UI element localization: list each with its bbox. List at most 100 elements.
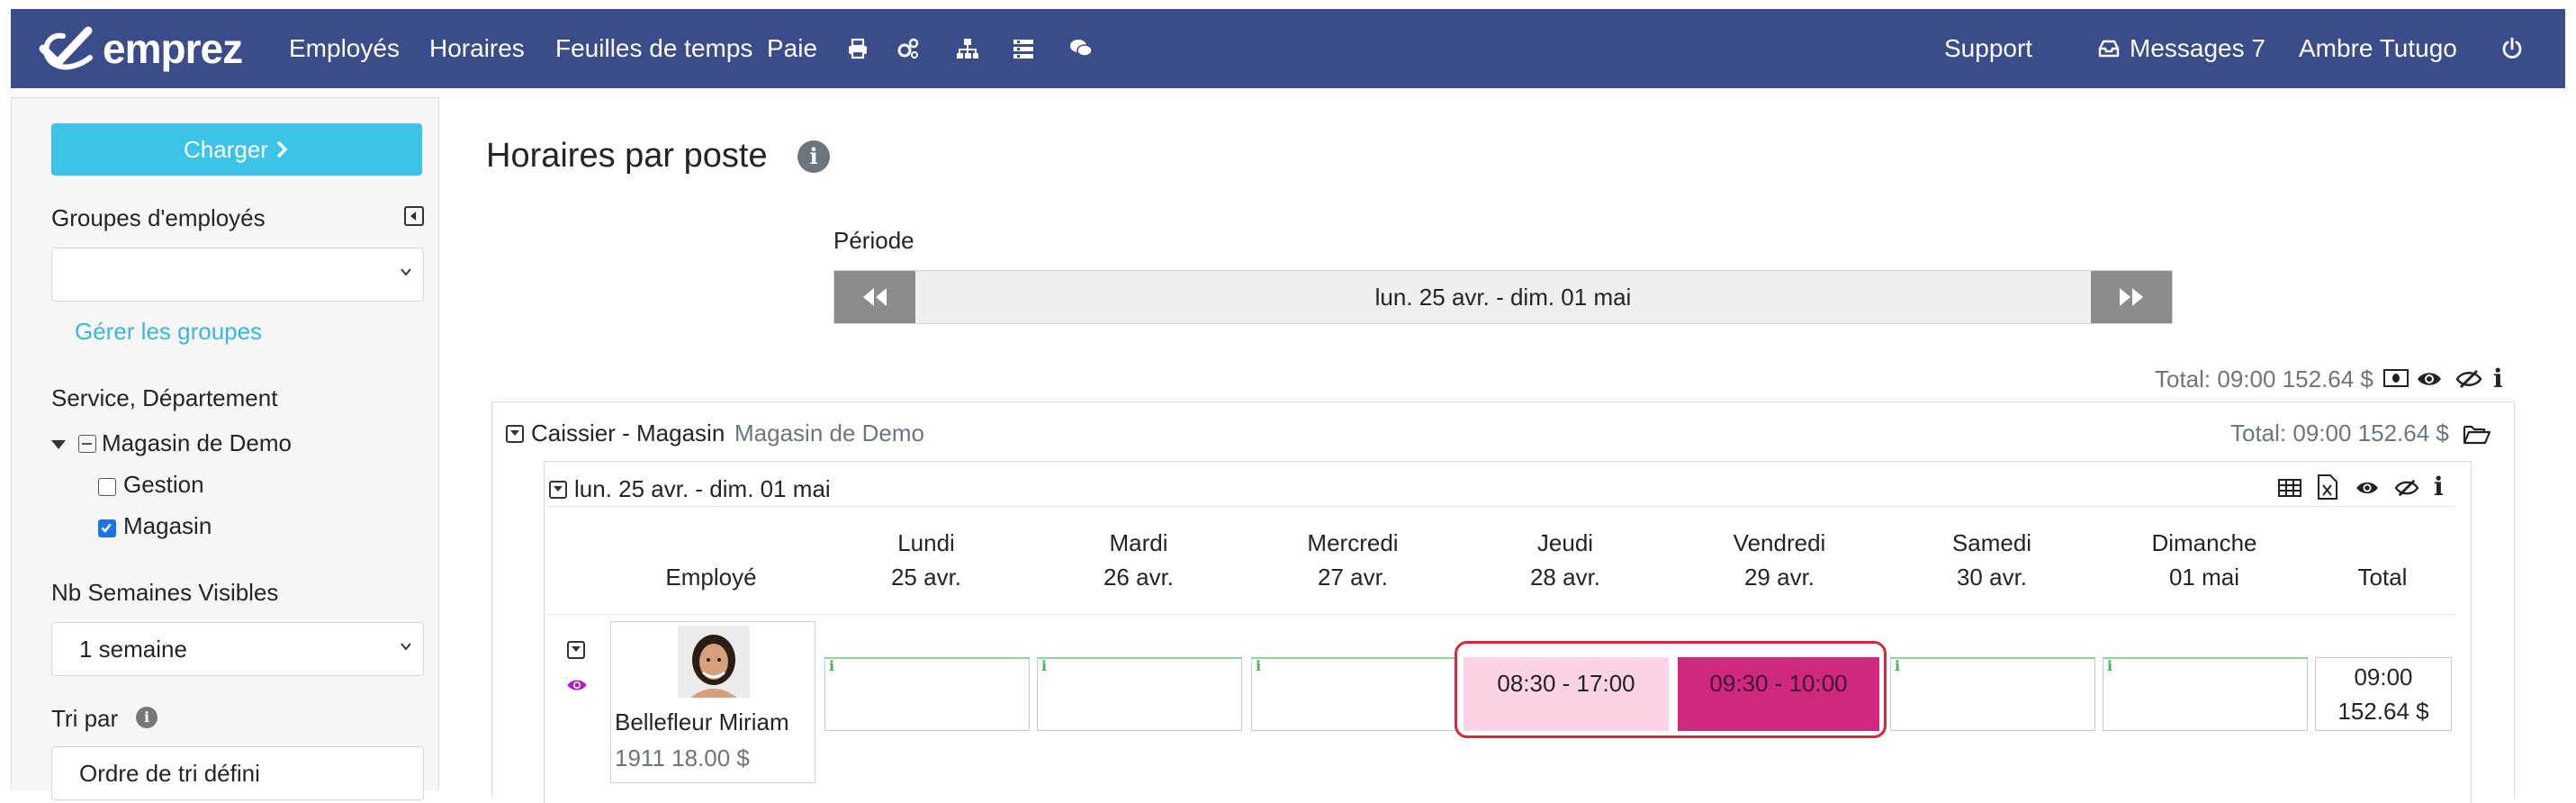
info-icon[interactable]: i	[829, 657, 834, 674]
week-collapse-icon[interactable]	[549, 481, 567, 499]
day-header-friday: Vendredi 29 avr.	[1678, 526, 1881, 594]
group-collapse-icon[interactable]	[506, 425, 524, 443]
nav-messages[interactable]: Messages 7	[2130, 9, 2265, 88]
day-header-sunday: Dimanche 01 mai	[2103, 526, 2306, 594]
employee-card[interactable]: Bellefleur Miriam 1911 18.00 $	[610, 621, 815, 783]
group-total: Total: 09:00 152.64 $	[2230, 420, 2449, 447]
folder-open-icon[interactable]	[2463, 423, 2491, 445]
sort-label: Tri par	[51, 705, 119, 732]
weeks-value: 1 semaine	[79, 636, 187, 663]
nav-support[interactable]: Support	[1944, 9, 2032, 88]
day-date: 29 avr.	[1743, 564, 1815, 591]
day-header-monday: Lundi 25 avr.	[824, 526, 1028, 594]
nav-payroll[interactable]: Paie	[767, 9, 817, 88]
tree-root-label[interactable]: Magasin de Demo	[102, 429, 292, 457]
week-panel	[544, 461, 2472, 803]
employee-meta: 1911 18.00 $	[615, 744, 750, 771]
checkbox-magasin[interactable]	[98, 519, 116, 537]
day-name: Dimanche	[2151, 529, 2257, 556]
eye-icon[interactable]	[2355, 479, 2380, 497]
period-value[interactable]: lun. 25 avr. - dim. 01 mai	[915, 271, 2091, 323]
day-name: Lundi	[897, 529, 955, 556]
day-date: 27 avr.	[1317, 564, 1389, 591]
day-date: 25 avr.	[890, 564, 962, 591]
chevron-down-icon	[401, 643, 411, 651]
info-icon[interactable]: i	[2107, 657, 2112, 674]
weeks-select[interactable]: 1 semaine	[51, 622, 424, 676]
brand-logo[interactable]: emprez	[36, 20, 243, 77]
info-icon[interactable]: i	[1256, 657, 1261, 674]
previous-period-button[interactable]	[834, 271, 915, 323]
tree-item-gestion[interactable]: Gestion	[123, 471, 204, 499]
inbox-icon[interactable]	[2097, 9, 2121, 88]
day-date: 01 mai	[2168, 564, 2240, 591]
day-name: Samedi	[1951, 529, 2032, 556]
money-icon[interactable]	[2383, 369, 2409, 387]
load-button-label: Charger	[184, 135, 268, 163]
group-title: Caissier - Magasin	[531, 420, 725, 447]
brand-name: emprez	[103, 25, 243, 72]
nav-employees[interactable]: Employés	[289, 9, 400, 88]
week-title: lun. 25 avr. - dim. 01 mai	[574, 475, 831, 502]
day-date: 26 avr.	[1103, 564, 1175, 591]
title-info-icon[interactable]: i	[797, 140, 830, 173]
eye-slash-icon[interactable]	[2394, 477, 2419, 499]
forward-icon	[2120, 288, 2143, 306]
row-total: 09:00 152.64 $	[2315, 657, 2452, 731]
info-icon[interactable]: i	[2493, 364, 2503, 393]
avatar	[678, 626, 750, 698]
info-icon[interactable]: i	[1041, 657, 1047, 674]
eye-slash-icon[interactable]	[2455, 367, 2482, 391]
employee-groups-select[interactable]	[51, 248, 424, 302]
next-period-button[interactable]	[2091, 271, 2172, 323]
list-icon[interactable]	[1012, 9, 1035, 88]
manage-groups-link[interactable]: Gérer les groupes	[75, 318, 262, 346]
row-collapse-icon[interactable]	[567, 641, 585, 659]
day-header-saturday: Samedi 30 avr.	[1890, 526, 2094, 594]
day-date: 28 avr.	[1529, 564, 1601, 591]
shift-cell-saturday[interactable]: i	[1890, 657, 2095, 731]
org-chart-icon[interactable]	[956, 9, 979, 88]
nav-user[interactable]: Ambre Tutugo	[2299, 9, 2457, 88]
excel-file-icon[interactable]	[2317, 474, 2338, 501]
backward-icon	[863, 288, 887, 306]
comments-icon[interactable]	[1069, 9, 1093, 88]
weeks-label: Nb Semaines Visibles	[51, 579, 279, 606]
sidebar: Charger Groupes d'employés Gérer les gro…	[11, 97, 439, 800]
employee-column-header: Employé	[665, 564, 757, 591]
total-amount: 152.64 $	[2337, 698, 2429, 725]
day-header-tuesday: Mardi 26 avr.	[1037, 526, 1240, 594]
page-title: Horaires par poste	[486, 137, 768, 175]
info-icon[interactable]: i	[136, 707, 158, 728]
tree-item-magasin[interactable]: Magasin	[123, 512, 212, 540]
info-icon[interactable]: i	[1895, 657, 1900, 674]
tree-collapse-icon[interactable]	[78, 435, 96, 453]
emprez-logo-icon	[39, 26, 93, 70]
shift-cell-wednesday[interactable]: i	[1251, 657, 1456, 731]
group-subtitle: Magasin de Demo	[734, 420, 924, 447]
day-header-wednesday: Mercredi 27 avr.	[1251, 526, 1455, 594]
day-name: Jeudi	[1536, 529, 1594, 556]
load-button[interactable]: Charger	[51, 123, 422, 176]
collapse-sidebar-icon[interactable]	[404, 206, 424, 226]
nav-schedules[interactable]: Horaires	[429, 9, 525, 88]
printer-icon[interactable]	[846, 9, 869, 88]
info-icon[interactable]: i	[2434, 472, 2444, 501]
nav-timesheets[interactable]: Feuilles de temps	[555, 9, 752, 88]
table-icon[interactable]	[2277, 477, 2302, 499]
day-name: Mardi	[1109, 529, 1168, 556]
shift-cell-sunday[interactable]: i	[2103, 657, 2308, 731]
checkbox-gestion[interactable]	[98, 478, 116, 496]
period-navigator: lun. 25 avr. - dim. 01 mai	[833, 270, 2173, 324]
eye-icon[interactable]	[2416, 369, 2443, 389]
power-icon[interactable]	[2500, 9, 2524, 88]
employee-name: Bellefleur Miriam	[615, 708, 789, 735]
total-hours: 09:00	[2354, 663, 2413, 690]
tree-expand-icon[interactable]	[51, 440, 66, 449]
total-column-header: Total	[2357, 564, 2408, 591]
eye-icon[interactable]	[565, 677, 589, 693]
shift-cell-tuesday[interactable]: i	[1037, 657, 1242, 731]
gears-icon[interactable]	[896, 9, 920, 88]
shift-cell-monday[interactable]: i	[824, 657, 1030, 731]
sort-select[interactable]: Ordre de tri défini	[51, 746, 424, 800]
